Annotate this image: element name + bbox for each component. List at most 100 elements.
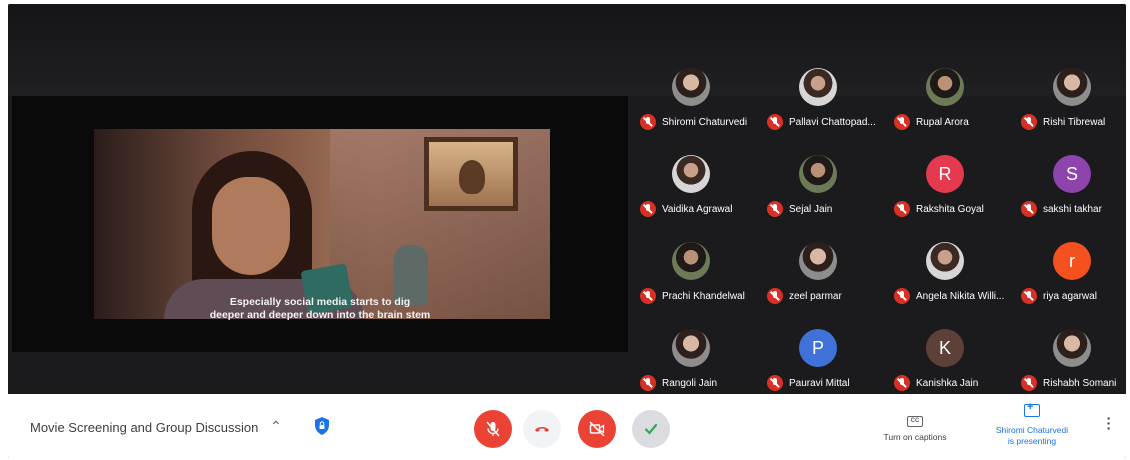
hang-up-icon — [535, 427, 549, 432]
captions-button[interactable]: CC Turn on captions — [870, 409, 960, 442]
participants-grid: Shiromi Chaturvedi Pallavi Chattopad... Ru… — [628, 68, 1126, 392]
mic-off-icon — [894, 375, 910, 391]
shield-icon[interactable] — [313, 416, 331, 436]
presentation-video — [94, 129, 550, 319]
participant-name: Prachi Khandelwal — [662, 290, 745, 302]
mic-off-icon — [767, 114, 783, 130]
participant-tile[interactable]: Rishi Tibrewal — [1009, 68, 1126, 148]
avatar — [799, 155, 837, 193]
participant-tile[interactable]: zeel parmar — [755, 242, 883, 322]
mic-off-icon — [894, 201, 910, 217]
meeting-title[interactable]: Movie Screening and Group Discussion — [30, 420, 258, 435]
mic-off-icon — [767, 288, 783, 304]
presenting-label: is presenting — [1007, 436, 1057, 446]
mic-off-icon — [1021, 375, 1037, 391]
participant-name-row: Rakshita Goyal — [882, 200, 1014, 218]
participant-name: Kanishka Jain — [916, 377, 979, 389]
person-face — [212, 177, 290, 275]
avatar — [1053, 329, 1091, 367]
caption-line-2: deeper and deeper down into the brain st… — [209, 309, 431, 321]
mic-off-icon — [767, 375, 783, 391]
more-options-icon[interactable]: · · · — [1104, 411, 1114, 435]
mic-toggle-button[interactable] — [474, 410, 512, 448]
participant-name: Rishi Tibrewal — [1043, 116, 1106, 128]
participant-name-row: Angela Nikita Willi... — [882, 287, 1014, 305]
avatar — [672, 155, 710, 193]
presenting-status-button[interactable]: Shiromi Chaturvedi is presenting — [980, 401, 1084, 447]
participant-tile[interactable]: Rupal Arora — [882, 68, 1010, 148]
presentation-stage[interactable]: Especially social media starts to dig de… — [12, 96, 628, 352]
participant-name: Sejal Jain — [789, 203, 833, 215]
avatar: P — [799, 329, 837, 367]
present-screen-icon — [1024, 401, 1040, 417]
chevron-up-icon[interactable]: ⌃ — [270, 418, 282, 435]
caption-line-1: Especially social media starts to dig — [229, 296, 411, 308]
participant-name: Rupal Arora — [916, 116, 969, 128]
camera-off-icon — [589, 421, 605, 437]
mic-off-icon — [894, 114, 910, 130]
participant-name: zeel parmar — [789, 290, 842, 302]
mic-off-icon — [767, 201, 783, 217]
avatar: r — [1053, 242, 1091, 280]
participant-name: Pallavi Chattopad... — [789, 116, 876, 128]
captions-icon: CC — [907, 416, 923, 427]
presenter-name: Shiromi Chaturvedi — [995, 425, 1069, 435]
participant-name: Pauravi Mittal — [789, 377, 850, 389]
avatar — [799, 68, 837, 106]
participant-name-row: Rupal Arora — [882, 113, 1014, 131]
video-caption: Especially social media starts to dig de… — [12, 296, 628, 322]
avatar — [672, 68, 710, 106]
avatar — [926, 242, 964, 280]
mic-off-icon — [894, 288, 910, 304]
participant-name-row: sakshi takhar — [1009, 200, 1126, 218]
meet-window: Especially social media starts to dig de… — [8, 4, 1126, 458]
mic-off-icon — [1021, 201, 1037, 217]
participant-name: Rishabh Somani — [1043, 377, 1117, 389]
participant-name-row: Kanishka Jain — [882, 374, 1014, 392]
avatar — [672, 242, 710, 280]
avatar — [672, 329, 710, 367]
participant-name-row: zeel parmar — [755, 287, 887, 305]
participant-name-row: Rishabh Somani — [1009, 374, 1126, 392]
mic-off-icon — [1021, 288, 1037, 304]
bottom-toolbar: Movie Screening and Group Discussion ⌃ C… — [8, 394, 1126, 458]
mic-off-icon — [640, 114, 656, 130]
participant-tile[interactable]: Vaidika Agrawal — [628, 155, 756, 235]
captions-label: Turn on captions — [883, 432, 947, 442]
participant-tile[interactable]: Sejal Jain — [755, 155, 883, 235]
avatar — [926, 68, 964, 106]
participant-name: Rangoli Jain — [662, 377, 718, 389]
mic-off-icon — [640, 288, 656, 304]
wall-picture — [424, 137, 518, 211]
mic-off-icon — [1021, 114, 1037, 130]
participant-tile[interactable]: r riya agarwal — [1009, 242, 1126, 322]
participant-name: Vaidika Agrawal — [662, 203, 733, 215]
avatar — [799, 242, 837, 280]
participant-name-row: Pallavi Chattopad... — [755, 113, 887, 131]
participant-tile[interactable]: R Rakshita Goyal — [882, 155, 1010, 235]
avatar: R — [926, 155, 964, 193]
avatar: S — [1053, 155, 1091, 193]
participant-name-row: Shiromi Chaturvedi — [628, 113, 760, 131]
participant-name-row: riya agarwal — [1009, 287, 1126, 305]
participant-name: sakshi takhar — [1043, 203, 1102, 215]
mic-off-icon — [486, 421, 500, 437]
participant-name: riya agarwal — [1043, 290, 1097, 302]
avatar: K — [926, 329, 964, 367]
participant-name: Angela Nikita Willi... — [916, 290, 1005, 302]
camera-toggle-button[interactable] — [578, 410, 616, 448]
participant-name: Rakshita Goyal — [916, 203, 984, 215]
participant-name-row: Pauravi Mittal — [755, 374, 887, 392]
leave-call-button[interactable] — [523, 410, 561, 448]
participant-name-row: Rishi Tibrewal — [1009, 113, 1126, 131]
checkmark-icon — [644, 423, 658, 435]
participant-tile[interactable]: Shiromi Chaturvedi — [628, 68, 756, 148]
participant-tile[interactable]: Ssakshi takhar — [1009, 155, 1126, 235]
confirm-button[interactable] — [632, 410, 670, 448]
avatar — [1053, 68, 1091, 106]
participant-name: Shiromi Chaturvedi — [662, 116, 748, 128]
participant-tile[interactable]: Prachi Khandelwal — [628, 242, 756, 322]
participant-name-row: Sejal Jain — [755, 200, 887, 218]
participant-tile[interactable]: Pallavi Chattopad... — [755, 68, 883, 148]
participant-tile[interactable]: Angela Nikita Willi... — [882, 242, 1010, 322]
